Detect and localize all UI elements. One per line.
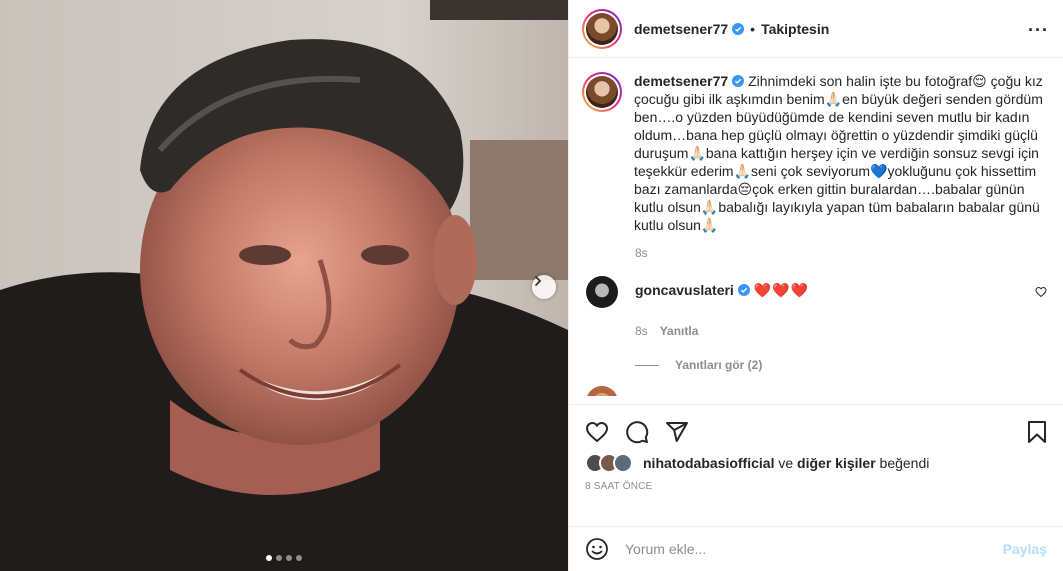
carousel-dot <box>276 555 282 561</box>
send-icon <box>666 422 688 442</box>
reply-button[interactable]: Yanıtla <box>660 324 699 338</box>
caption-text: Zihnimdeki son halin işte bu fotoğraf😌 ç… <box>634 73 1043 233</box>
bookmark-icon <box>1028 421 1046 443</box>
comment-button[interactable] <box>625 412 665 452</box>
view-replies-label: Yanıtları gör (2) <box>675 358 763 372</box>
caption-time[interactable]: 8s <box>635 246 1047 260</box>
follow-status-button[interactable]: Takiptesin <box>761 21 829 37</box>
author-username[interactable]: demetsener77 <box>634 21 728 37</box>
post-actions: nihatodabasiofficial ve diğer kişiler be… <box>569 404 1063 492</box>
caption-avatar[interactable] <box>582 72 622 112</box>
carousel-dot <box>296 555 302 561</box>
verified-badge-icon <box>732 22 745 35</box>
carousel-dot <box>266 555 272 561</box>
post-details-panel: demetsener77 • Takiptesin ··· demetsener… <box>568 0 1063 571</box>
post-photo[interactable] <box>0 0 568 571</box>
carousel-dot <box>286 555 292 561</box>
more-horizontal-icon[interactable]: ··· <box>1028 20 1049 41</box>
commenter-username[interactable]: goncavuslateri <box>635 282 734 298</box>
next-photo-button[interactable] <box>532 275 556 299</box>
likes-others-link[interactable]: diğer kişiler <box>797 455 876 471</box>
caption-text-block: demetsener77 Zihnimdeki son halin işte b… <box>634 72 1047 234</box>
liker-avatars <box>585 453 637 473</box>
commenter-avatar[interactable] <box>586 276 618 308</box>
carousel-indicator <box>0 555 568 561</box>
comment-text: ❤️❤️❤️ <box>753 282 810 298</box>
view-replies-button[interactable]: Yanıtları gör (2) <box>635 358 1047 372</box>
likes-connector: ve <box>778 455 794 471</box>
likes-suffix: beğendi <box>879 455 930 471</box>
post-header: demetsener77 • Takiptesin ··· <box>569 0 1063 58</box>
add-comment-bar: Paylaş <box>569 526 1063 571</box>
verified-badge-icon <box>737 284 750 296</box>
comment-like-heart-icon[interactable] <box>1035 286 1047 298</box>
commenter-avatar[interactable] <box>586 386 618 396</box>
likes-summary: nihatodabasiofficial ve diğer kişiler be… <box>585 451 1047 475</box>
caption: demetsener77 Zihnimdeki son halin işte b… <box>582 72 1047 234</box>
comment-time[interactable]: 8s <box>635 324 648 338</box>
header-separator: • <box>750 20 756 37</box>
post-timestamp[interactable]: 8 SAAT ÖNCE <box>585 481 1047 492</box>
instagram-post-modal: demetsener77 • Takiptesin ··· demetsener… <box>0 0 1063 571</box>
caption-username[interactable]: demetsener77 <box>634 73 728 89</box>
comment-input[interactable] <box>625 541 1003 557</box>
comment-item: goncavuslateri ❤️❤️❤️ <box>582 276 1047 308</box>
comment-meta: 8s Yanıtla <box>635 324 1047 338</box>
save-button[interactable] <box>1007 412 1047 452</box>
post-comment-button[interactable]: Paylaş <box>1003 541 1047 557</box>
comments-section: demetsener77 Zihnimdeki son halin işte b… <box>569 59 1063 404</box>
emoji-icon[interactable] <box>585 537 609 561</box>
comment-icon <box>626 421 649 444</box>
share-button[interactable] <box>665 412 705 452</box>
portrait-image <box>0 0 568 571</box>
chevron-right-icon <box>535 276 542 286</box>
verified-badge-icon <box>732 75 745 87</box>
liker-username[interactable]: nihatodabasiofficial <box>643 455 774 471</box>
heart-icon <box>585 421 609 443</box>
like-button[interactable] <box>585 412 625 452</box>
comment-item-partial <box>582 386 1047 396</box>
author-avatar[interactable] <box>582 8 622 49</box>
